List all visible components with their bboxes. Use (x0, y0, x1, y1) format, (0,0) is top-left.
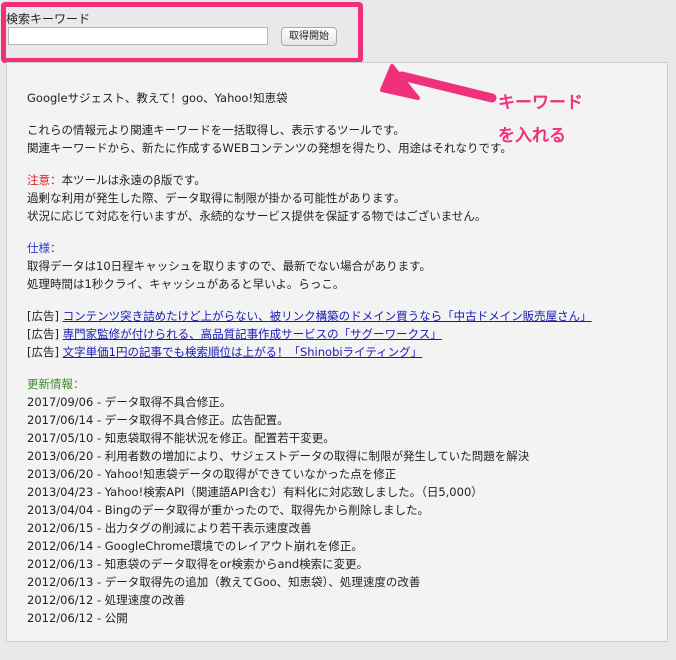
update-item: 2012/06/13 - 知恵袋のデータ取得をor検索からand検索に変更。 (27, 557, 369, 571)
update-item: 2012/06/12 - 処理速度の改善 (27, 593, 186, 607)
update-item: 2013/04/23 - Yahoo!検索API（関連語API含む）有料化に対応… (27, 485, 483, 499)
content-panel: Googleサジェスト、教えて！goo、Yahoo!知恵袋 これらの情報元より関… (6, 62, 668, 642)
update-item: 2013/06/20 - 利用者数の増加により、サジェストデータの取得に制限が発… (27, 449, 530, 463)
ad-link-article[interactable]: 専門家監修が付けられる、高品質記事作成サービスの「サグーワークス」 (63, 327, 442, 341)
notice-heading: 注意： (27, 173, 62, 187)
notice-line: 状況に応じて対応を行いますが、永続的なサービス提供を保証する物ではございません。 (27, 209, 487, 223)
annotation-text: キーワード (498, 93, 583, 113)
update-item: 2013/06/20 - Yahoo!知恵袋データの取得ができていなかった点を修… (27, 467, 397, 481)
update-item: 2017/09/06 - データ取得不具合修正。 (27, 395, 232, 409)
notice-line: 過剰な利用が発生した際、データ取得に制限が掛かる可能性があります。 (27, 191, 406, 205)
annotation-arrow-icon (380, 64, 497, 103)
update-item: 2012/06/15 - 出力タグの削減により若干表示速度改善 (27, 521, 312, 535)
update-item: 2012/06/13 - データ取得先の追加（教えてGoo、知恵袋）、処理速度の… (27, 575, 421, 589)
ad-prefix: [広告] (27, 327, 59, 341)
ad-link-writing[interactable]: 文字単価1円の記事でも検索順位は上がる！「Shinobiライティング」 (63, 345, 423, 359)
spec-line: 取得データは10日程キャッシュを取りますので、最新でない場合があります。 (27, 259, 432, 273)
highlight-box (1, 2, 363, 63)
notice-text: 本ツールは永遠のβ版です。 (61, 173, 206, 187)
ad-item: [広告] 専門家監修が付けられる、高品質記事作成サービスの「サグーワークス」 (27, 325, 657, 343)
panel-content: Googleサジェスト、教えて！goo、Yahoo!知恵袋 これらの情報元より関… (27, 89, 657, 627)
ad-prefix: [広告] (27, 309, 59, 323)
annotation-text: を入れる (498, 126, 566, 146)
update-item: 2017/06/14 - データ取得不具合修正。広告配置。 (27, 413, 289, 427)
update-item: 2012/06/12 - 公開 (27, 611, 128, 625)
update-item: 2012/06/14 - GoogleChrome環境でのレイアウト崩れを修正。 (27, 539, 363, 553)
ad-link-domain[interactable]: コンテンツ突き詰めたけど上がらない、被リンク構築のドメイン買うなら「中古ドメイン… (63, 309, 592, 323)
updates-heading: 更新情報： (27, 377, 85, 391)
ad-item: [広告] コンテンツ突き詰めたけど上がらない、被リンク構築のドメイン買うなら「中… (27, 307, 657, 325)
update-item: 2017/05/10 - 知恵袋取得不能状況を修正。配置若干変更。 (27, 431, 335, 445)
update-item: 2013/04/04 - Bingのデータ取得が重かったので、取得先から削除しま… (27, 503, 429, 517)
ad-item: [広告] 文字単価1円の記事でも検索順位は上がる！「Shinobiライティング」 (27, 343, 657, 361)
spec-line: 処理時間は1秒クライ、キャッシュがあると早いよ。らっこ。 (27, 277, 345, 291)
spec-heading: 仕様： (27, 241, 62, 255)
ad-prefix: [広告] (27, 345, 59, 359)
notice-line: 注意：本ツールは永遠のβ版です。 (27, 171, 657, 189)
